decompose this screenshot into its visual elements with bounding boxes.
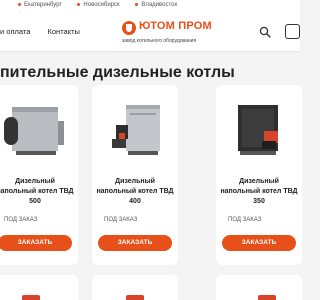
city-item[interactable]: Владивосток <box>135 2 177 8</box>
brand-tagline: завод котельного оборудования <box>122 38 197 44</box>
page-title: пительные дизельные котлы <box>0 64 235 81</box>
product-card[interactable] <box>0 275 78 300</box>
product-name[interactable]: Дизельный напольный котел ТВД 350 <box>220 177 298 207</box>
product-card[interactable]: Дизельный напольный котел ТВД 350 ПОД ЗА… <box>216 85 302 265</box>
boiler-image <box>126 295 144 300</box>
city-item[interactable]: Новосибирск <box>77 2 120 8</box>
brand-name: ЮТОМ ПРОМ <box>139 20 212 32</box>
city-bar: Екатеринбург Новосибирск Владивосток <box>0 0 300 14</box>
phone-icon[interactable] <box>285 24 300 39</box>
product-name[interactable]: Дизельный напольный котел ТВД 500 <box>0 177 74 207</box>
city-label: Владивосток <box>141 2 178 8</box>
logo-mark-icon <box>122 21 136 35</box>
product-card[interactable]: Дизельный напольный котел ТВД 400 ПОД ЗА… <box>92 85 178 265</box>
product-card[interactable] <box>216 275 302 300</box>
location-dot-icon <box>77 2 81 6</box>
main-nav: и оплата Контакты <box>0 27 95 36</box>
brand-logo[interactable]: ЮТОМ ПРОМ завод котельного оборудования <box>122 19 218 47</box>
boiler-image <box>112 105 160 155</box>
city-item[interactable]: Екатеринбург <box>18 2 62 8</box>
nav-payment[interactable]: и оплата <box>0 27 30 36</box>
product-card[interactable] <box>92 275 178 300</box>
product-status: ПОД ЗАКАЗ <box>4 217 38 223</box>
product-status: ПОД ЗАКАЗ <box>104 217 138 223</box>
product-card[interactable]: Дизельный напольный котел ТВД 500 ПОД ЗА… <box>0 85 78 265</box>
city-label: Екатеринбург <box>24 2 62 8</box>
search-icon[interactable] <box>259 26 271 38</box>
location-dot-icon <box>135 2 139 6</box>
boiler-image <box>258 295 276 300</box>
order-button[interactable]: ЗАКАЗАТЬ <box>98 235 172 251</box>
city-label: Новосибирск <box>83 2 120 8</box>
boiler-image <box>22 295 40 300</box>
product-name[interactable]: Дизельный напольный котел ТВД 400 <box>96 177 174 207</box>
city-list: Екатеринбург Новосибирск Владивосток <box>18 2 191 8</box>
boiler-image <box>238 105 278 155</box>
location-dot-icon <box>18 2 21 6</box>
site-header: и оплата Контакты ЮТОМ ПРОМ завод котель… <box>0 14 300 52</box>
nav-contacts[interactable]: Контакты <box>48 27 80 36</box>
boiler-image <box>4 107 64 155</box>
product-status: ПОД ЗАКАЗ <box>228 217 262 223</box>
order-button[interactable]: ЗАКАЗАТЬ <box>222 235 296 251</box>
order-button[interactable]: ЗАКАЗАТЬ <box>0 235 72 251</box>
